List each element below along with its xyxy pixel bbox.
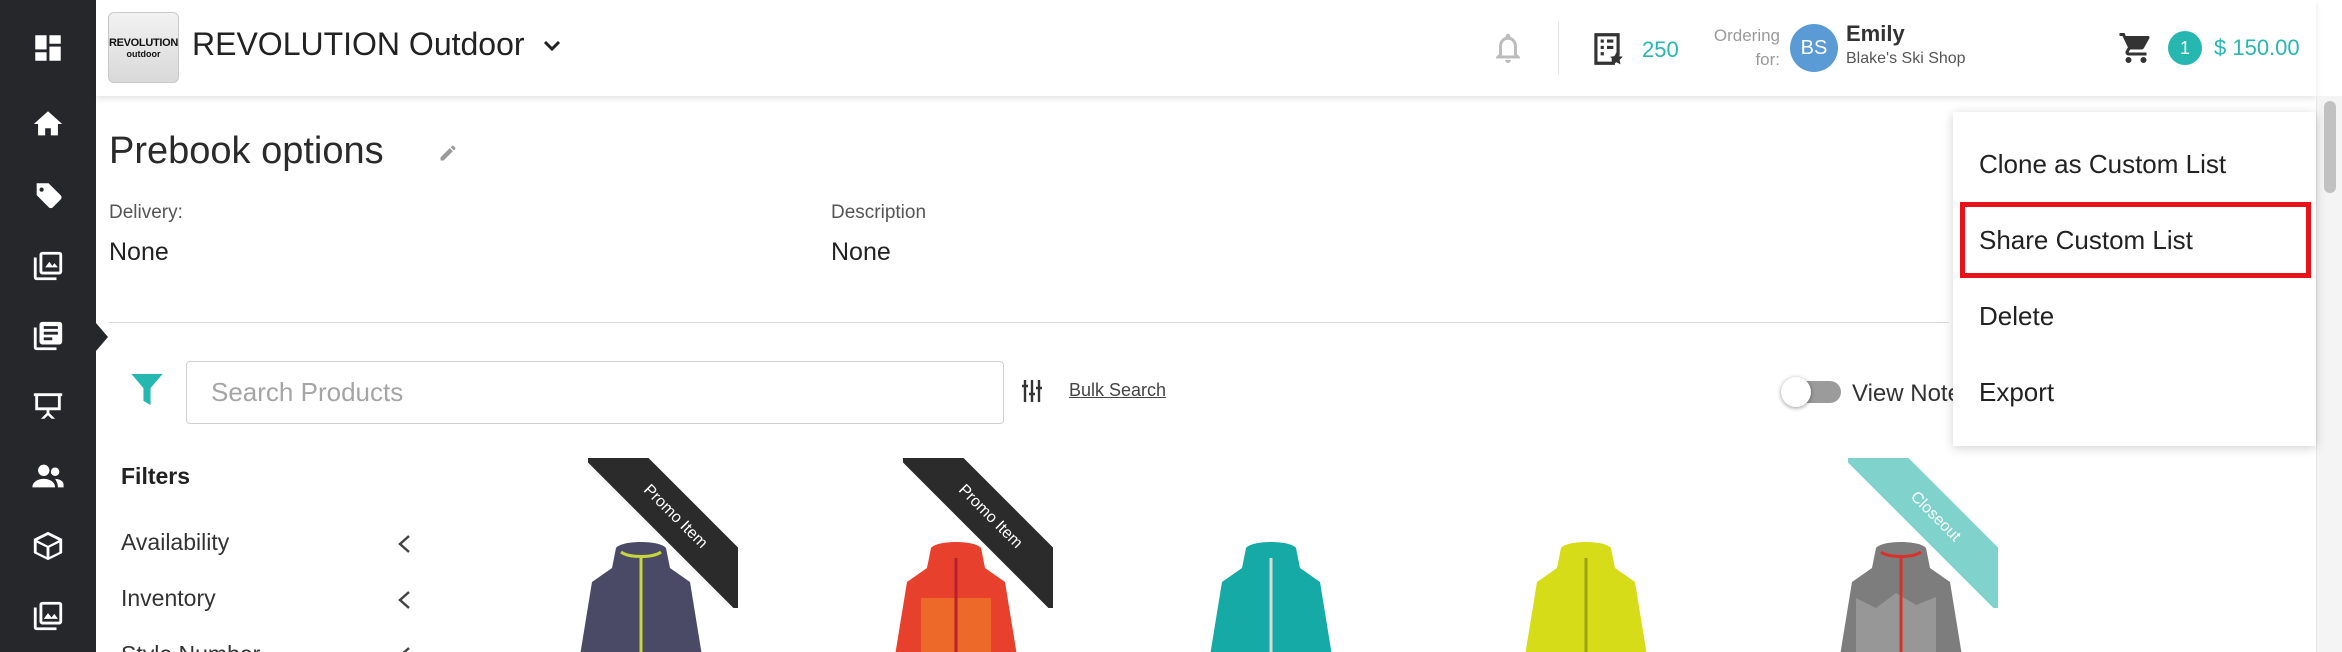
chevron-left-icon	[398, 591, 410, 609]
brand-logo[interactable]: REVOLUTION outdoor	[108, 12, 179, 83]
bulk-search-link[interactable]: Bulk Search	[1069, 380, 1166, 401]
menu-item-share-custom-list[interactable]: Share Custom List	[1960, 202, 2311, 278]
edit-pencil-icon[interactable]	[438, 143, 458, 163]
ordering-for-line1: Ordering	[1713, 26, 1780, 45]
brand-name[interactable]: REVOLUTION Outdoor	[192, 26, 525, 63]
filter-style-number[interactable]: Style Number	[121, 635, 411, 652]
filter-inventory[interactable]: Inventory	[121, 579, 411, 619]
left-nav-rail	[0, 0, 108, 652]
section-divider	[109, 322, 1949, 323]
filter-availability[interactable]: Availability	[121, 523, 411, 563]
tag-icon[interactable]	[0, 166, 96, 226]
product-card[interactable]	[1158, 458, 1368, 652]
top-bar: REVOLUTION outdoor REVOLUTION Outdoor 25…	[96, 0, 2316, 96]
images-icon[interactable]	[0, 586, 96, 646]
dashboard-icon[interactable]	[0, 18, 96, 78]
product-card[interactable]: Promo Item	[528, 458, 738, 652]
home-icon[interactable]	[0, 94, 96, 154]
box-icon[interactable]	[0, 516, 96, 576]
filter-funnel-icon[interactable]	[130, 372, 164, 410]
users-icon[interactable]	[0, 446, 96, 506]
bell-icon[interactable]	[1490, 28, 1526, 68]
avatar[interactable]: BS	[1790, 24, 1838, 72]
ordering-for-line2: for:	[1755, 50, 1780, 69]
reward-points-icon[interactable]	[1588, 30, 1626, 68]
scrollbar-thumb[interactable]	[2324, 101, 2336, 193]
menu-item-delete[interactable]: Delete	[1953, 278, 2316, 354]
jacket-image	[1210, 542, 1332, 652]
cart-icon[interactable]	[2116, 30, 2156, 66]
cart-count-badge[interactable]: 1	[2168, 31, 2202, 65]
product-card[interactable]	[1473, 458, 1683, 652]
filter-label: Style Number	[121, 641, 260, 652]
product-card[interactable]: Promo Item	[843, 458, 1053, 652]
jacket-image	[1525, 542, 1647, 652]
view-notes-toggle[interactable]	[1781, 377, 1841, 407]
active-nav-pointer	[96, 323, 108, 351]
ordering-for-label: Ordering for:	[1696, 24, 1780, 72]
product-card[interactable]: Closeout	[1788, 458, 1998, 652]
page-title: Prebook options	[109, 130, 384, 172]
user-shop[interactable]: Blake's Ski Shop	[1846, 50, 1966, 68]
jacket-image	[1840, 542, 1962, 652]
presentation-icon[interactable]	[0, 376, 96, 436]
chevron-left-icon	[402, 647, 410, 652]
reward-points[interactable]: 250	[1642, 37, 1679, 63]
delivery-label: Delivery:	[109, 202, 183, 223]
cart-total[interactable]: $ 150.00	[2214, 35, 2300, 61]
search-input[interactable]	[186, 361, 1004, 424]
logo-text-line1: REVOLUTION	[108, 36, 179, 49]
chevron-down-icon[interactable]	[542, 36, 562, 56]
sliders-icon[interactable]	[1020, 378, 1044, 404]
toggle-knob	[1781, 377, 1811, 407]
filter-label: Availability	[121, 529, 230, 555]
chevron-left-icon	[398, 535, 410, 553]
user-name[interactable]: Emily	[1846, 21, 1905, 47]
page-scrollbar[interactable]	[2316, 96, 2342, 652]
description-value: None	[831, 238, 891, 266]
actions-dropdown-menu: Clone as Custom List Share Custom List D…	[1953, 112, 2316, 446]
filter-label: Inventory	[121, 585, 216, 611]
lists-icon[interactable]	[0, 306, 96, 366]
menu-item-clone-as-custom-list[interactable]: Clone as Custom List	[1953, 126, 2316, 202]
menu-item-export[interactable]: Export	[1953, 354, 2316, 430]
jacket-image	[895, 542, 1017, 652]
description-label: Description	[831, 202, 927, 223]
catalog-icon[interactable]	[0, 236, 96, 296]
logo-text-line2: outdoor	[126, 48, 161, 59]
delivery-value: None	[109, 238, 169, 266]
header-divider	[1558, 22, 1559, 74]
jacket-image	[580, 542, 702, 652]
filters-heading: Filters	[121, 463, 191, 489]
